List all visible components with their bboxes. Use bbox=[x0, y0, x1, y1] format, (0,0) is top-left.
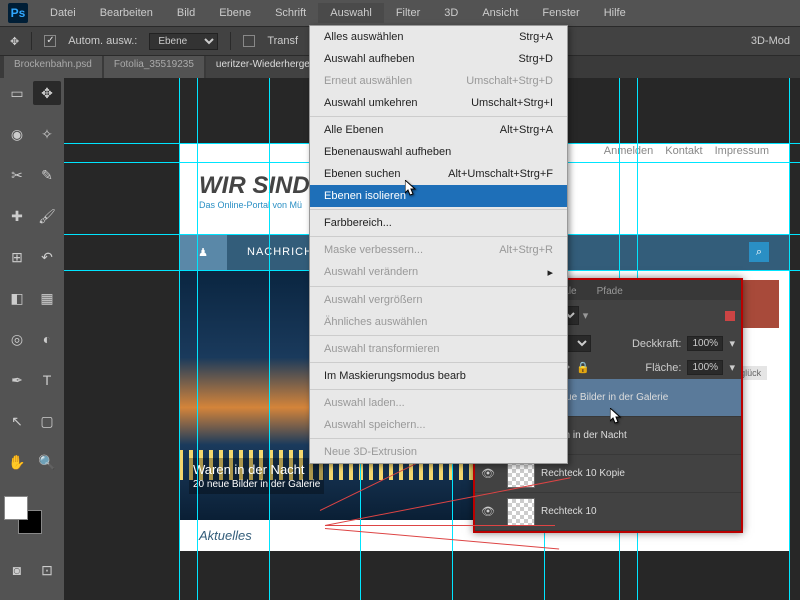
transform-checkbox[interactable] bbox=[243, 35, 255, 47]
menu-item: Auswahl vergrößern bbox=[310, 289, 567, 311]
transform-label: Transf bbox=[267, 35, 298, 47]
tool-heal[interactable]: ✚ bbox=[3, 204, 31, 228]
dropdown-icon[interactable]: ▾ bbox=[729, 337, 735, 350]
color-swatches[interactable] bbox=[4, 496, 60, 536]
auto-select-checkbox[interactable] bbox=[44, 35, 56, 47]
menu-bearbeiten[interactable]: Bearbeiten bbox=[88, 3, 165, 23]
design-top-link: Impressum bbox=[715, 145, 769, 160]
layer-name: Rechteck 10 bbox=[541, 506, 597, 517]
menu-item: Auswahl transformieren bbox=[310, 338, 567, 360]
menubar: Ps DateiBearbeitenBildEbeneSchriftAuswah… bbox=[0, 0, 800, 26]
lock-all-icon[interactable]: 🔒 bbox=[576, 361, 590, 374]
tool-rect-select[interactable]: ▭ bbox=[3, 81, 31, 105]
caption-sub: 20 neue Bilder in der Galerie bbox=[193, 479, 320, 490]
menu-item[interactable]: Ebenenauswahl aufheben bbox=[310, 141, 567, 163]
menu-item[interactable]: Auswahl umkehrenUmschalt+Strg+I bbox=[310, 92, 567, 114]
menu-bild[interactable]: Bild bbox=[165, 3, 207, 23]
dropdown-icon[interactable]: ▾ bbox=[729, 361, 735, 374]
auto-select-target[interactable]: Ebene bbox=[149, 33, 218, 50]
search-icon: ⌕ bbox=[749, 242, 769, 262]
mode-3d-label[interactable]: 3D-Mod bbox=[751, 35, 790, 47]
menu-ansicht[interactable]: Ansicht bbox=[470, 3, 530, 23]
tool-gradient[interactable]: ▦ bbox=[33, 286, 61, 310]
tool-move[interactable]: ✥ bbox=[33, 81, 61, 105]
visibility-icon[interactable]: 👁 bbox=[475, 505, 501, 518]
opacity-value[interactable] bbox=[687, 336, 723, 351]
menu-item[interactable]: Im Maskierungsmodus bearb bbox=[310, 365, 567, 387]
tool-blur[interactable]: ◎ bbox=[3, 327, 31, 351]
design-logo-icon: ♟ bbox=[179, 234, 227, 270]
tool-screen[interactable]: ⊡ bbox=[33, 558, 61, 582]
opacity-label: Deckkraft: bbox=[632, 338, 682, 350]
menu-item[interactable]: Alles auswählenStrg+A bbox=[310, 26, 567, 48]
menu-3d[interactable]: 3D bbox=[432, 3, 470, 23]
auswahl-menu-dropdown: Alles auswählenStrg+AAuswahl aufhebenStr… bbox=[309, 25, 568, 464]
menu-auswahl[interactable]: Auswahl bbox=[318, 3, 384, 23]
move-tool-icon: ✥ bbox=[10, 35, 19, 48]
tool-shape[interactable]: ▢ bbox=[33, 409, 61, 433]
menu-hilfe[interactable]: Hilfe bbox=[592, 3, 638, 23]
menu-schrift[interactable]: Schrift bbox=[263, 3, 318, 23]
fg-color[interactable] bbox=[4, 496, 28, 520]
tool-brush[interactable]: 🖌 bbox=[33, 204, 61, 228]
menu-item[interactable]: Auswahl aufhebenStrg+D bbox=[310, 48, 567, 70]
panel-tab[interactable]: Pfade bbox=[587, 283, 633, 300]
tool-zoom[interactable]: 🔍 bbox=[33, 450, 61, 474]
layer-row[interactable]: 👁 Rechteck 10 bbox=[475, 493, 741, 531]
design-top-link: Anmelden bbox=[604, 145, 654, 160]
tool-stamp[interactable]: ⊞ bbox=[3, 245, 31, 269]
tool-quickmask[interactable]: ◙ bbox=[3, 558, 31, 582]
fill-value[interactable] bbox=[687, 360, 723, 375]
menu-item: Neue 3D-Extrusion bbox=[310, 441, 567, 463]
tool-crop[interactable]: ✂ bbox=[3, 163, 31, 187]
layer-thumb bbox=[507, 498, 535, 526]
visibility-icon[interactable]: 👁 bbox=[475, 467, 501, 480]
tool-wand[interactable]: ✧ bbox=[33, 122, 61, 146]
tool-eraser[interactable]: ◧ bbox=[3, 286, 31, 310]
fill-label: Fläche: bbox=[645, 362, 681, 374]
menu-datei[interactable]: Datei bbox=[38, 3, 88, 23]
menu-item: Auswahl verändern▸ bbox=[310, 261, 567, 284]
design-top-link: Kontakt bbox=[665, 145, 702, 160]
tool-lasso[interactable]: ◉ bbox=[3, 122, 31, 146]
menu-item[interactable]: Ebenen isolieren bbox=[310, 185, 567, 207]
menu-filter[interactable]: Filter bbox=[384, 3, 432, 23]
tool-pen[interactable]: ✒ bbox=[3, 368, 31, 392]
tool-hand[interactable]: ✋ bbox=[3, 450, 31, 474]
layer-filter-toggle[interactable] bbox=[725, 311, 735, 321]
document-tab[interactable]: Fotolia_35519235 bbox=[104, 56, 204, 78]
menu-item: Auswahl speichern... bbox=[310, 414, 567, 436]
tool-dodge[interactable]: ◐ bbox=[33, 327, 61, 351]
caption-title: Waren in der Nacht bbox=[193, 462, 320, 477]
menu-item: Maske verbessern...Alt+Strg+R bbox=[310, 239, 567, 261]
document-tab[interactable]: Brockenbahn.psd bbox=[4, 56, 102, 78]
menu-item[interactable]: Alle EbenenAlt+Strg+A bbox=[310, 119, 567, 141]
menu-fenster[interactable]: Fenster bbox=[530, 3, 591, 23]
menu-item: Erneut auswählenUmschalt+Strg+D bbox=[310, 70, 567, 92]
menu-item: Ähnliches auswählen bbox=[310, 311, 567, 333]
app-icon: Ps bbox=[8, 3, 28, 23]
menu-item: Auswahl laden... bbox=[310, 392, 567, 414]
menu-item[interactable]: Farbbereich... bbox=[310, 212, 567, 234]
toolbox: ▭ ✥ ◉ ✧ ✂ ✎ ✚ 🖌 ⊞ ↶ ◧ ▦ ◎ ◐ ✒ T ↖ ▢ ✋ 🔍 … bbox=[0, 78, 64, 600]
auto-select-label: Autom. ausw.: bbox=[68, 35, 137, 47]
layer-name: Rechteck 10 Kopie bbox=[541, 468, 625, 479]
menu-ebene[interactable]: Ebene bbox=[207, 3, 263, 23]
tool-history[interactable]: ↶ bbox=[33, 245, 61, 269]
tool-type[interactable]: T bbox=[33, 368, 61, 392]
tool-eyedrop[interactable]: ✎ bbox=[33, 163, 61, 187]
tool-path[interactable]: ↖ bbox=[3, 409, 31, 433]
menu-item[interactable]: Ebenen suchenAlt+Umschalt+Strg+F bbox=[310, 163, 567, 185]
